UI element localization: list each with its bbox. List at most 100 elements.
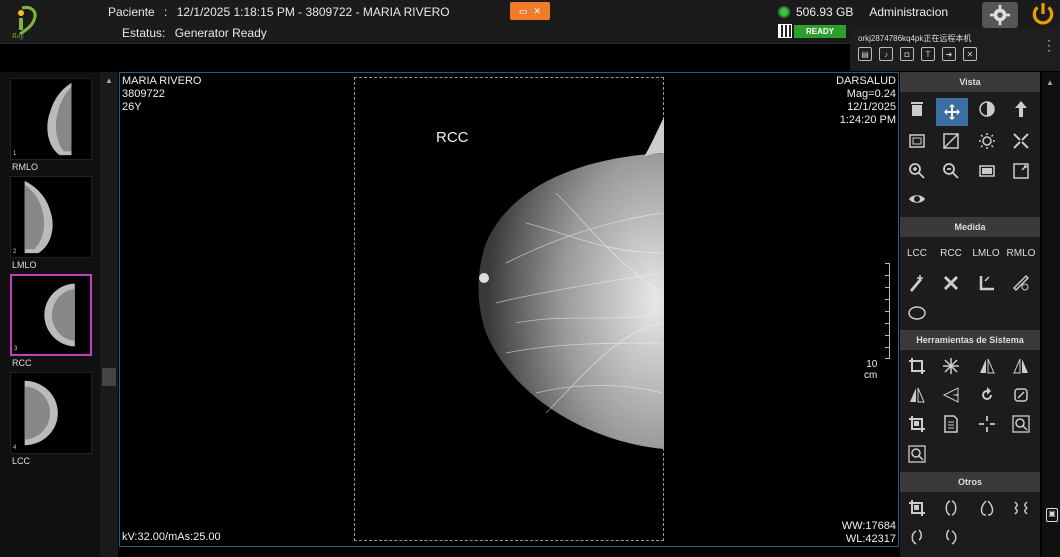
thumbnail-number: 1 bbox=[13, 151, 17, 157]
overlay-patient-name: MARIA RIVERO bbox=[122, 75, 202, 87]
power-button[interactable] bbox=[1026, 0, 1060, 28]
minimize-icon[interactable]: ▭ bbox=[519, 6, 528, 16]
layout-button[interactable] bbox=[1008, 497, 1034, 519]
flip-button[interactable] bbox=[938, 384, 964, 406]
close-icon[interactable]: ✕ bbox=[963, 47, 977, 61]
annotate-button[interactable] bbox=[904, 272, 930, 294]
magnifier-button[interactable] bbox=[1008, 413, 1034, 435]
view-rmlo-button[interactable]: RMLO bbox=[1006, 248, 1036, 259]
search-image-button[interactable] bbox=[904, 443, 930, 465]
scale-unit: cm bbox=[864, 370, 878, 381]
patient-dash: - bbox=[355, 5, 360, 19]
rotate-button[interactable] bbox=[974, 384, 1000, 406]
overlay-date: 12/1/2025 bbox=[847, 101, 896, 113]
thumbnail-number: 2 bbox=[13, 249, 17, 255]
series-thumbnails: 1 RMLO 2 LMLO 3 RCC 4 LCC bbox=[0, 72, 100, 557]
mirror-horizontal-alt-button[interactable] bbox=[1008, 355, 1034, 377]
view-lmlo-button[interactable]: LMLO bbox=[971, 248, 1001, 259]
thumbnail-label: LMLO bbox=[12, 260, 37, 270]
view-lcc-button[interactable]: LCC bbox=[902, 248, 932, 259]
brightness-button[interactable] bbox=[974, 130, 1000, 152]
frame-button[interactable] bbox=[904, 130, 930, 152]
section-herramientas: Herramientas de Sistema bbox=[900, 330, 1040, 350]
mic-icon[interactable]: ♪ bbox=[879, 47, 893, 61]
sharpen-button[interactable] bbox=[938, 355, 964, 377]
window-level: WL:42317 bbox=[845, 533, 896, 545]
rotate-view-button[interactable] bbox=[904, 526, 930, 548]
delete-button[interactable] bbox=[904, 98, 930, 120]
close-icon[interactable]: ✕ bbox=[533, 6, 541, 16]
eye-button[interactable] bbox=[904, 188, 930, 210]
ruler-settings-button[interactable] bbox=[1008, 272, 1034, 294]
zoom-out-button[interactable] bbox=[938, 160, 964, 182]
section-otros: Otros bbox=[900, 472, 1040, 492]
breast-pair-button[interactable] bbox=[974, 497, 1000, 519]
pan-button[interactable] bbox=[936, 98, 968, 126]
thumbnail-label: RMLO bbox=[12, 162, 39, 172]
status-info: Estatus: Generator Ready bbox=[122, 26, 267, 40]
scroll-up-icon[interactable]: ▲ bbox=[104, 76, 114, 86]
image-viewport[interactable]: MARIA RIVERO 3809722 26Y DARSALUD Mag=0.… bbox=[119, 72, 899, 547]
view-label: RCC bbox=[436, 129, 469, 146]
disk-space: 506.93 GB bbox=[796, 5, 854, 19]
chat-icon[interactable]: ▤ bbox=[858, 47, 872, 61]
thumbnail-scrollbar[interactable]: ▲ bbox=[100, 72, 118, 557]
report-button[interactable] bbox=[938, 413, 964, 435]
overlay-magnification: Mag=0.24 bbox=[846, 88, 896, 100]
window-level-button[interactable] bbox=[938, 130, 964, 152]
patient-separator: : bbox=[164, 5, 168, 19]
crosshair-button[interactable] bbox=[974, 413, 1000, 435]
disk-status: 506.93 GB Administracion bbox=[778, 5, 948, 19]
thumbnail-lmlo[interactable]: 2 bbox=[10, 176, 92, 258]
thumbnail-number: 4 bbox=[13, 445, 17, 451]
crop-button[interactable] bbox=[904, 355, 930, 377]
side-tab-icon[interactable]: ▣ bbox=[1046, 508, 1058, 522]
scroll-up-icon[interactable]: ▲ bbox=[1046, 78, 1054, 87]
panel-scrollbar[interactable]: ▲ ▣ bbox=[1042, 72, 1060, 557]
section-medida: Medida bbox=[900, 217, 1040, 237]
contrast-button[interactable] bbox=[974, 98, 1000, 120]
settings-button[interactable] bbox=[982, 2, 1018, 28]
scale-value: 10 bbox=[866, 359, 878, 370]
rotate-view-alt-button[interactable] bbox=[938, 526, 964, 548]
thumbnail-rcc[interactable]: 3 bbox=[10, 274, 92, 356]
scrollbar-thumb[interactable] bbox=[102, 368, 116, 386]
window-control-tab[interactable]: ▭ ✕ bbox=[510, 2, 550, 20]
patient-datetime: 12/1/2025 1:18:15 PM bbox=[176, 5, 295, 19]
patient-label: Paciente bbox=[108, 5, 155, 19]
mirror-vertical-button[interactable] bbox=[904, 384, 930, 406]
one-to-one-button[interactable] bbox=[974, 160, 1000, 182]
rotate-alt-button[interactable] bbox=[1008, 384, 1034, 406]
scale-label: 10 cm bbox=[864, 359, 877, 381]
file-transfer-icon[interactable]: ➜ bbox=[942, 47, 956, 61]
scale-ruler bbox=[882, 263, 890, 359]
full-screen-button[interactable] bbox=[1008, 160, 1034, 182]
angle-button[interactable] bbox=[974, 272, 1000, 294]
fit-button[interactable] bbox=[1008, 130, 1034, 152]
svg-text:Ray: Ray bbox=[11, 33, 24, 40]
view-rcc-button[interactable]: RCC bbox=[936, 248, 966, 259]
overlay-patient-id: 3809722 bbox=[122, 88, 165, 100]
more-icon[interactable]: ⋮ bbox=[1042, 37, 1056, 54]
flip-vertical-button[interactable] bbox=[1008, 98, 1034, 120]
mirror-horizontal-button[interactable] bbox=[974, 355, 1000, 377]
study-overlay: DARSALUD Mag=0.24 12/1/2025 1:24:20 PM bbox=[836, 75, 896, 127]
roi-button[interactable] bbox=[904, 413, 930, 435]
clear-measure-button[interactable] bbox=[938, 272, 964, 294]
patient-dash: - bbox=[298, 5, 303, 19]
mammogram-image bbox=[478, 117, 664, 449]
camera-icon[interactable]: ◘ bbox=[900, 47, 914, 61]
thumbnail-rmlo[interactable]: 1 bbox=[10, 78, 92, 160]
other-crop-button[interactable] bbox=[904, 497, 930, 519]
gear-icon bbox=[989, 4, 1011, 26]
status-value: Generator Ready bbox=[174, 26, 267, 40]
tools-panel: Vista Medida LCC RCC LMLO RMLO Herramien… bbox=[900, 72, 1040, 557]
text-icon[interactable]: T bbox=[921, 47, 935, 61]
thumbnail-lcc[interactable]: 4 bbox=[10, 372, 92, 454]
overlay-patient-age: 26Y bbox=[122, 101, 142, 113]
zoom-in-button[interactable] bbox=[904, 160, 930, 182]
compare-button[interactable] bbox=[938, 497, 964, 519]
window-level-overlay: WW:17684 WL:42317 bbox=[842, 520, 896, 546]
ellipse-button[interactable] bbox=[904, 302, 930, 324]
thumbnail-label: LCC bbox=[12, 456, 31, 466]
